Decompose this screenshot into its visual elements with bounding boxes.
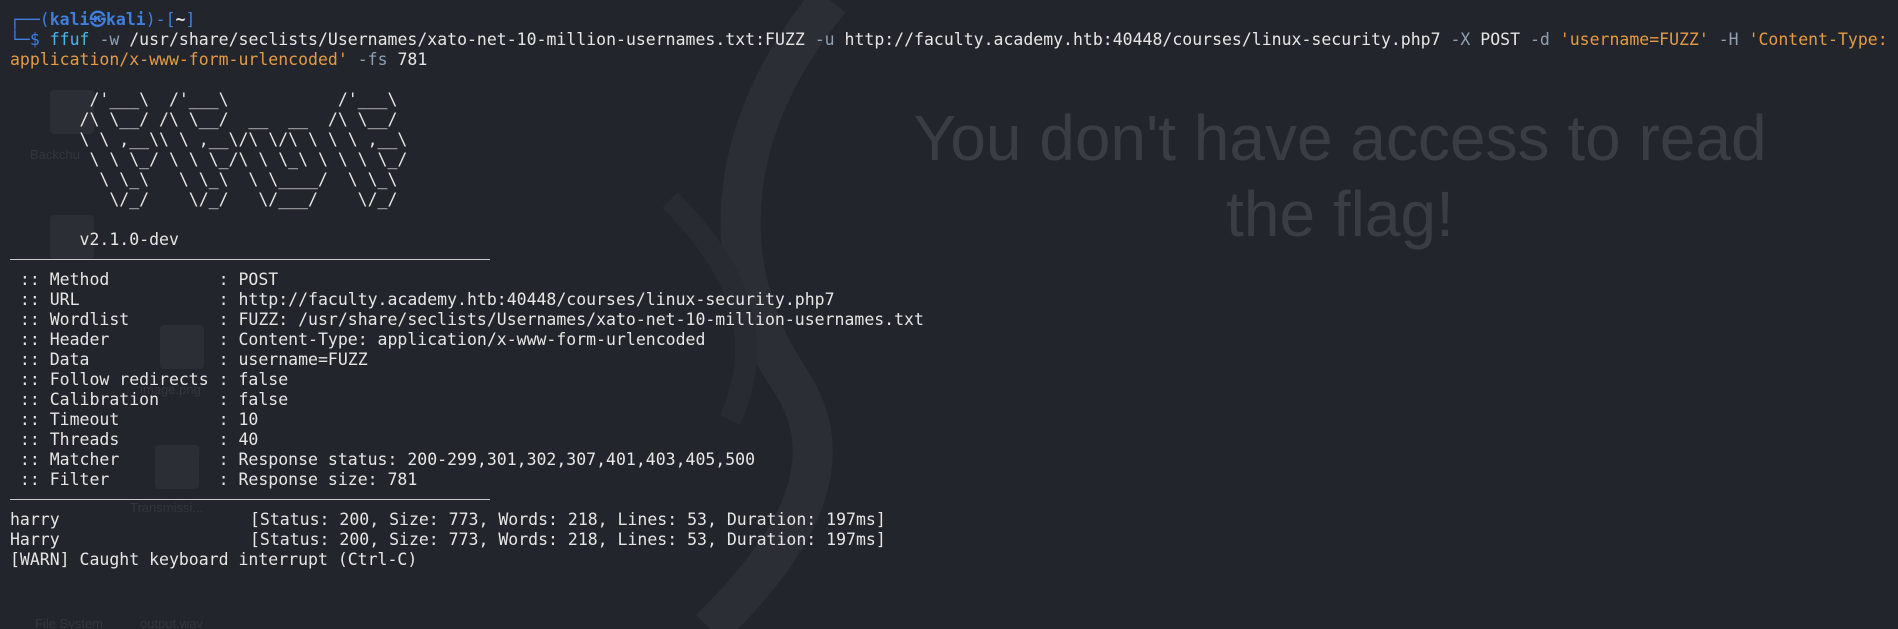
result-row: Harry [Status: 200, Size: 773, Words: 218…	[10, 530, 1898, 550]
result-stats: [Status: 200, Size: 773, Words: 218, Lin…	[250, 510, 886, 529]
prompt-frame: ┌──(	[10, 10, 50, 29]
config-value: username=FUZZ	[238, 350, 368, 369]
command-flag: -H	[1718, 30, 1739, 49]
banner-line: \ \_\ \ \_\ \ \____/ \ \_\	[10, 170, 467, 189]
ffuf-banner: /'___\ /'___\ /'___\ /\ \__/ /\ \__/ __ …	[10, 90, 1898, 210]
prompt-header: ┌──(kali㉿kali)-[~]	[10, 10, 1898, 30]
config-value: Response size: 781	[238, 470, 418, 489]
config-value: false	[238, 390, 289, 409]
config-block: :: Method : POST :: URL : http://faculty…	[10, 270, 1898, 490]
results-block: harry [Status: 200, Size: 773, Words: 218…	[10, 510, 1898, 570]
config-row: :: Wordlist : FUZZ: /usr/share/seclists/…	[10, 310, 1898, 330]
config-row: :: Timeout : 10	[10, 410, 1898, 430]
command-string: application/x-www-form-urlencoded'	[10, 50, 348, 69]
warning-line: [WARN] Caught keyboard interrupt (Ctrl-C…	[10, 550, 418, 569]
config-value: 10	[238, 410, 259, 429]
config-value: 40	[238, 430, 259, 449]
config-row: :: Calibration : false	[10, 390, 1898, 410]
banner-line: /'___\ /'___\ /'___\	[10, 90, 467, 109]
command-arg: POST	[1480, 30, 1521, 49]
prompt-frame: ]	[185, 10, 196, 29]
command-arg: 781	[397, 50, 428, 69]
divider	[10, 499, 490, 500]
config-value: false	[238, 370, 289, 389]
config-key: :: Header :	[10, 330, 239, 349]
banner-line: \/_/ \/_/ \/___/ \/_/	[10, 190, 467, 209]
command-flag: -u	[814, 30, 835, 49]
command-string: 'username=FUZZ'	[1559, 30, 1709, 49]
divider	[10, 259, 490, 260]
config-row: :: Threads : 40	[10, 430, 1898, 450]
result-row: harry [Status: 200, Size: 773, Words: 218…	[10, 510, 1898, 530]
banner-line: \ \ ,__\\ \ ,__\/\ \/\ \ \ \ ,__\	[10, 130, 467, 149]
config-row: :: Header : Content-Type: application/x-…	[10, 330, 1898, 350]
config-row: :: Follow redirects : false	[10, 370, 1898, 390]
config-key: :: Calibration :	[10, 390, 239, 409]
command-line[interactable]: └─$ ffuf -w /usr/share/seclists/Username…	[10, 30, 1898, 50]
config-key: :: Filter :	[10, 470, 239, 489]
command-flag: -X	[1450, 30, 1471, 49]
config-row: :: Filter : Response size: 781	[10, 470, 1898, 490]
prompt-symbol: └─$	[10, 30, 50, 49]
config-key: :: Timeout :	[10, 410, 239, 429]
desktop-label: File System	[35, 616, 103, 629]
command-flag: -w	[99, 30, 120, 49]
config-key: :: Follow redirects :	[10, 370, 239, 389]
prompt-user: kali㉿kali	[49, 10, 146, 29]
banner-line: /\ \__/ /\ \__/ __ __ /\ \__/	[10, 110, 467, 129]
config-row: :: Data : username=FUZZ	[10, 350, 1898, 370]
banner-line: \ \ \_/ \ \ \_/\ \ \_\ \ \ \ \_/	[10, 150, 467, 169]
config-value: Response status: 200-299,301,302,307,401…	[238, 450, 756, 469]
command-name: ffuf	[49, 30, 90, 49]
result-name: harry	[10, 510, 60, 529]
config-key: :: Wordlist :	[10, 310, 239, 329]
config-row: :: URL : http://faculty.academy.htb:4044…	[10, 290, 1898, 310]
prompt-directory: ~	[175, 10, 186, 29]
command-flag: -d	[1529, 30, 1550, 49]
config-row: :: Method : POST	[10, 270, 1898, 290]
command-flag: -fs	[357, 50, 388, 69]
desktop-label: output.wav	[140, 616, 203, 629]
config-key: :: Matcher :	[10, 450, 239, 469]
config-key: :: Threads :	[10, 430, 239, 449]
config-value: http://faculty.academy.htb:40448/courses…	[238, 290, 835, 309]
command-line-wrap: application/x-www-form-urlencoded' -fs 7…	[10, 50, 1898, 70]
command-arg: /usr/share/seclists/Usernames/xato-net-1…	[129, 30, 805, 49]
config-value: FUZZ: /usr/share/seclists/Usernames/xato…	[238, 310, 924, 329]
version-text: v2.1.0-dev	[10, 230, 179, 249]
config-row: :: Matcher : Response status: 200-299,30…	[10, 450, 1898, 470]
result-name: Harry	[10, 530, 60, 549]
command-string: 'Content-Type:	[1748, 30, 1888, 49]
command-arg: http://faculty.academy.htb:40448/courses…	[844, 30, 1441, 49]
config-key: :: Method :	[10, 270, 239, 289]
terminal-output: ┌──(kali㉿kali)-[~] └─$ ffuf -w /usr/shar…	[10, 10, 1898, 570]
config-key: :: Data :	[10, 350, 239, 369]
prompt-frame: )-[	[145, 10, 176, 29]
terminal-window[interactable]: You don't have access to read the flag! …	[0, 0, 1898, 629]
result-stats: [Status: 200, Size: 773, Words: 218, Lin…	[250, 530, 886, 549]
config-key: :: URL :	[10, 290, 239, 309]
config-value: POST	[238, 270, 279, 289]
config-value: Content-Type: application/x-www-form-url…	[238, 330, 706, 349]
